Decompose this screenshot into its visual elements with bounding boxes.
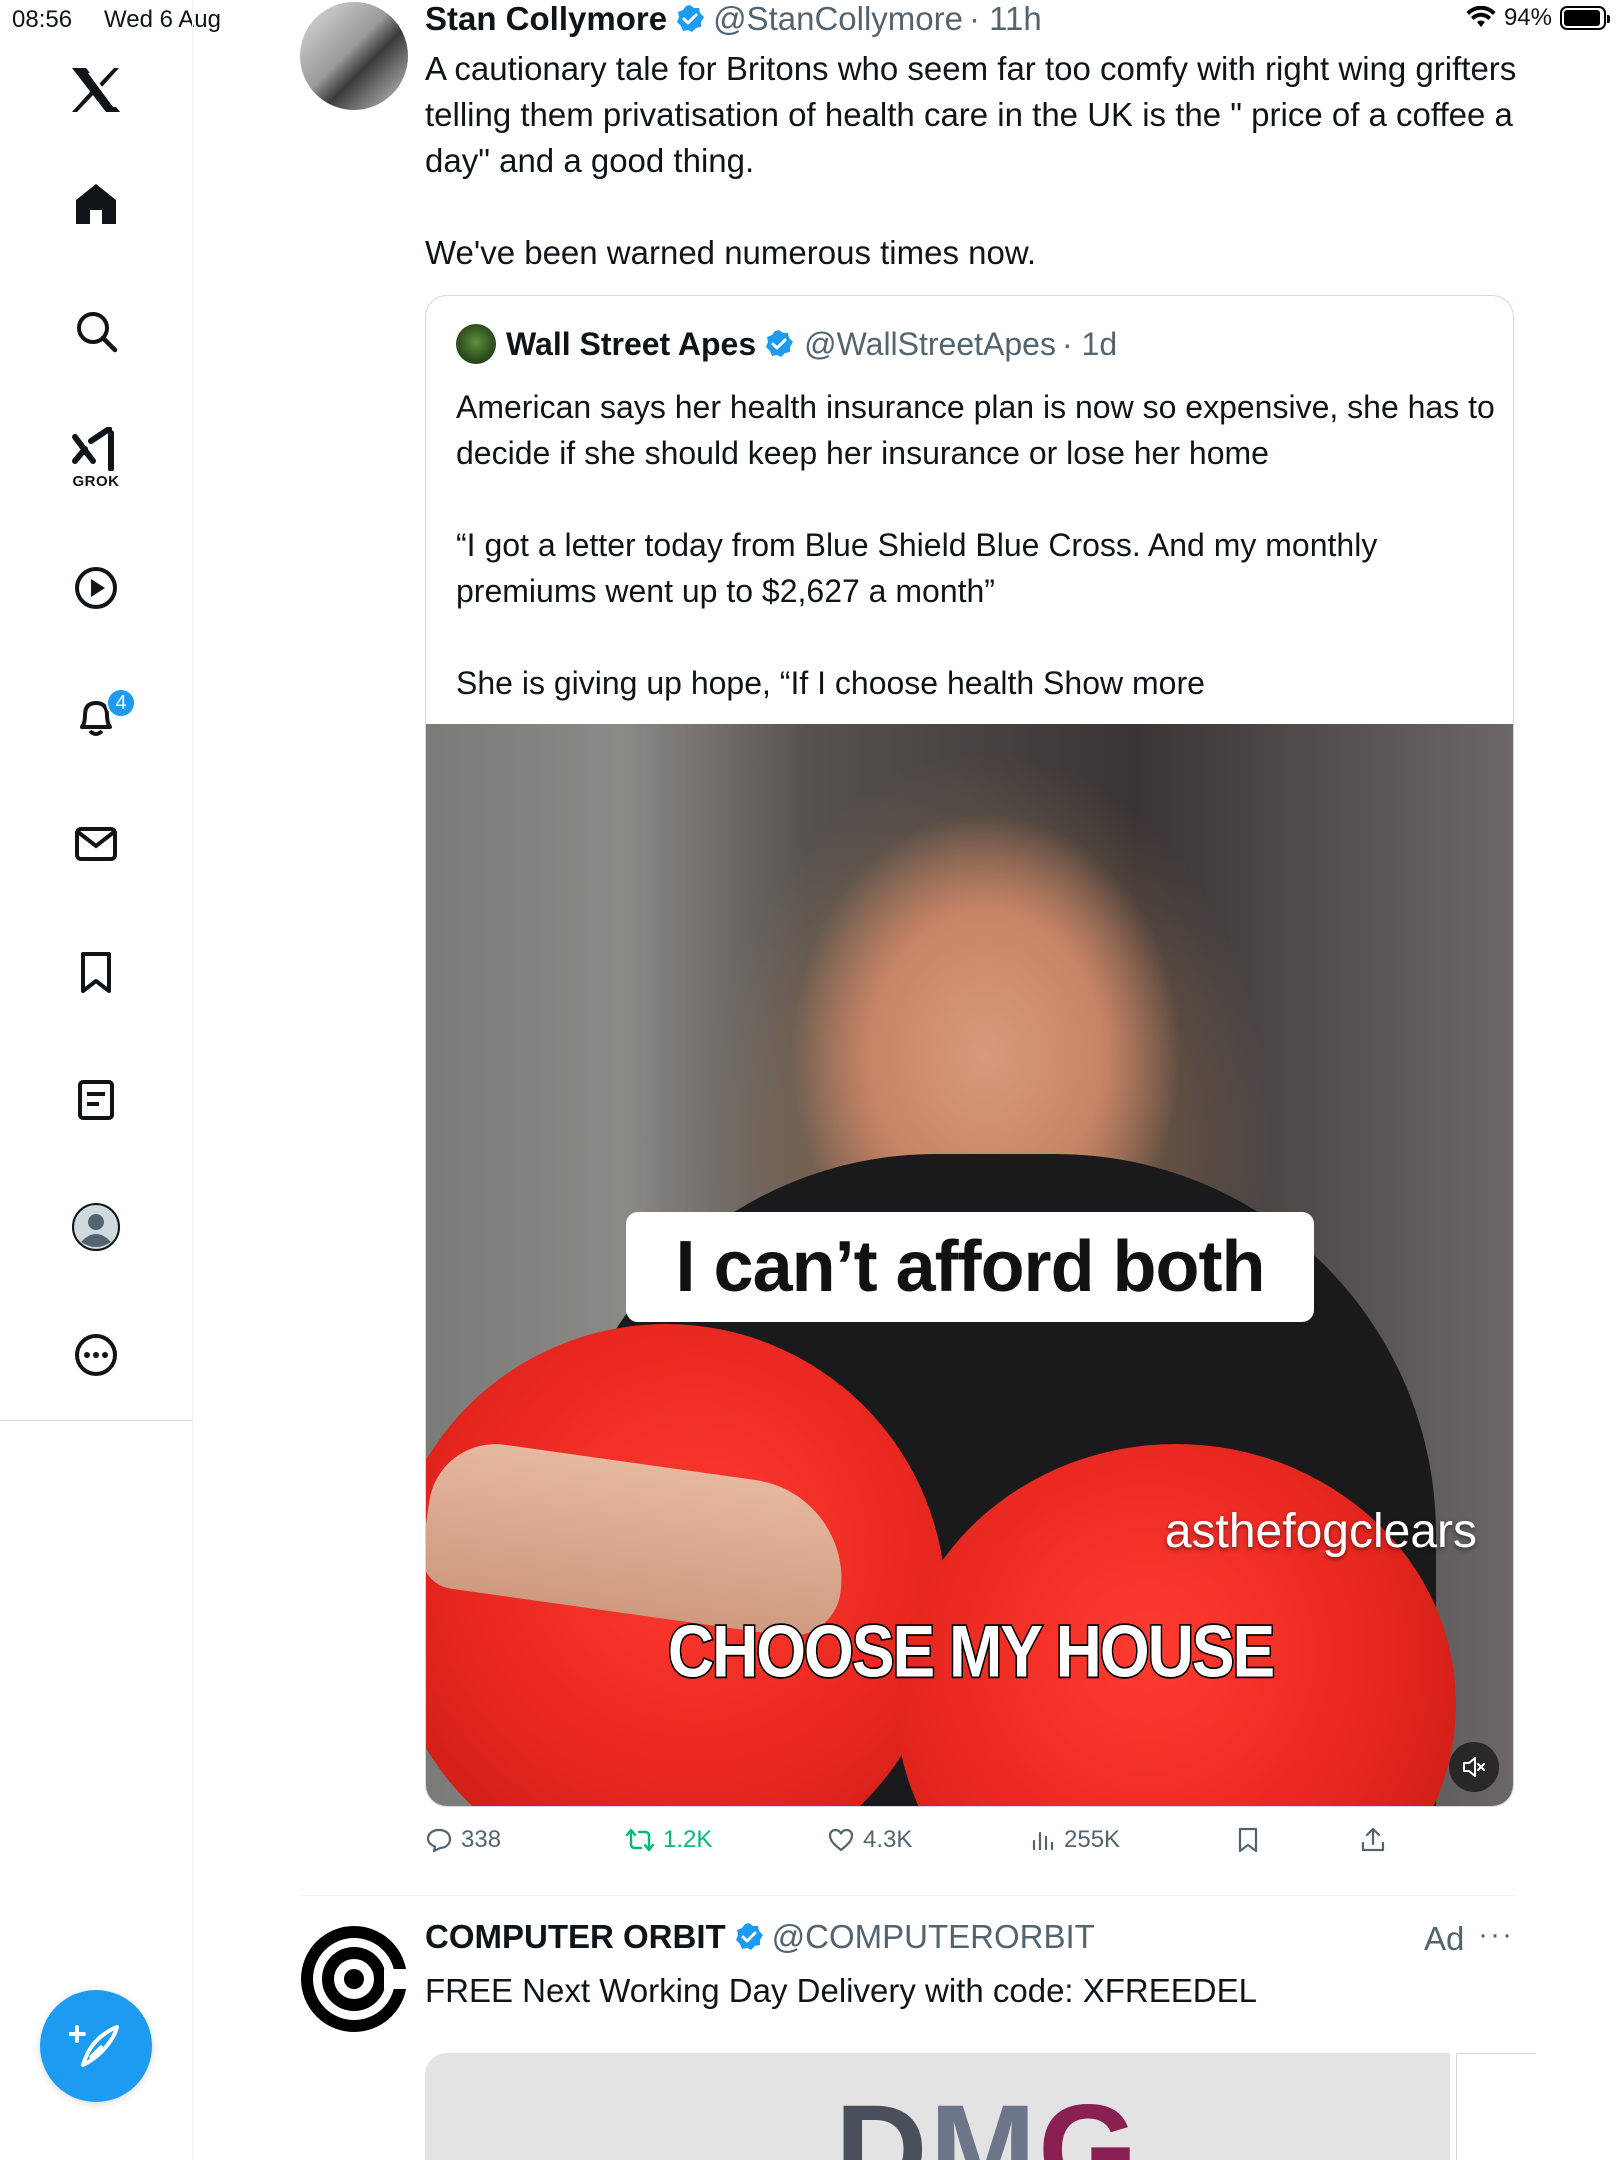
nav-bookmarks[interactable] <box>46 922 146 1022</box>
dmg-logo: DMG <box>835 2087 1140 2160</box>
quote-text-paragraph: American says her health insurance plan … <box>456 389 1495 471</box>
x-logo-icon <box>72 68 120 112</box>
nav-lists[interactable] <box>46 1050 146 1150</box>
tweet-text-paragraph: We've been warned numerous times now. <box>425 234 1037 271</box>
ad-author-avatar[interactable] <box>300 1925 408 2033</box>
feed-divider <box>300 1895 1516 1896</box>
quote-author-avatar[interactable] <box>456 324 496 364</box>
more-circle-icon <box>75 1334 117 1376</box>
bookmark-icon <box>1238 1827 1258 1853</box>
ad-text: FREE Next Working Day Delivery with code… <box>425 1972 1257 2009</box>
envelope-icon <box>75 827 117 861</box>
bookmark-button[interactable] <box>1235 1826 1261 1854</box>
verified-badge-icon <box>735 1923 763 1950</box>
quote-text-truncated: She is giving up hope, “If I choose heal… <box>456 665 1035 701</box>
show-more-link[interactable]: Show more <box>1043 665 1205 701</box>
mute-button[interactable] <box>1449 1742 1499 1792</box>
views-button[interactable]: 255K <box>1030 1826 1120 1854</box>
nav-explore[interactable] <box>46 281 146 381</box>
like-count: 4.3K <box>863 1826 913 1853</box>
nav-profile[interactable] <box>46 1177 146 1277</box>
sidebar-divider <box>0 1420 193 1421</box>
tweet-author-handle[interactable]: @StanCollymore <box>713 0 963 38</box>
video-subtitle: CHOOSE MY HOUSE <box>666 1608 1276 1694</box>
computer-orbit-logo-icon <box>301 1926 408 2032</box>
home-icon <box>76 184 116 224</box>
quote-author-handle[interactable]: @WallStreetApes <box>804 326 1056 363</box>
grok-icon <box>72 426 114 471</box>
nav-more[interactable] <box>46 1305 146 1405</box>
speaker-muted-icon <box>1463 1757 1485 1777</box>
quote-text-paragraph: “I got a letter today from Blue Shield B… <box>456 527 1378 609</box>
ad-author-handle[interactable]: @COMPUTERORBIT <box>772 1918 1095 1956</box>
x-logo-button[interactable] <box>46 40 146 140</box>
verified-badge-icon <box>677 5 705 32</box>
quote-text-paragraph: She is giving up hope, “If I choose heal… <box>456 660 1496 706</box>
profile-icon <box>72 1203 120 1251</box>
list-icon <box>78 1080 114 1120</box>
tweet-author-name[interactable]: Stan Collymore <box>425 0 667 38</box>
ad-media-card-next[interactable] <box>1456 2053 1536 2160</box>
nav-grok[interactable]: GROK <box>46 408 146 508</box>
quote-author-name[interactable]: Wall Street Apes <box>506 326 756 363</box>
battery-fill <box>1564 10 1600 26</box>
share-button[interactable] <box>1360 1826 1386 1854</box>
quote-text: American says her health insurance plan … <box>456 384 1496 706</box>
nav-messages[interactable] <box>46 794 146 894</box>
tweet-header: Stan Collymore @StanCollymore · 11h <box>425 0 1042 38</box>
video-caption: I can’t afford both <box>626 1212 1314 1322</box>
tweet-author-avatar[interactable] <box>300 2 408 110</box>
nav-videos[interactable] <box>46 538 146 638</box>
reply-icon <box>426 1828 452 1853</box>
share-icon <box>1361 1827 1385 1852</box>
video-watermark: asthefogclears <box>1164 1505 1477 1558</box>
battery-percent: 94% <box>1503 4 1552 31</box>
status-right: 94% <box>1466 4 1610 32</box>
repost-count: 1.2K <box>663 1826 713 1853</box>
like-button[interactable]: 4.3K <box>827 1826 912 1854</box>
grok-label: GROK <box>72 472 120 490</box>
tweet-actions: 338 1.2K 4.3K 255K <box>425 1826 1425 1866</box>
reply-count: 338 <box>461 1826 502 1853</box>
verified-badge-icon <box>766 330 794 357</box>
notification-badge: 4 <box>106 688 136 718</box>
views-count: 255K <box>1064 1826 1121 1853</box>
repost-icon <box>625 1828 655 1852</box>
ad-media-card[interactable]: DMG <box>425 2053 1450 2160</box>
ad-label: Ad <box>1424 1920 1465 1957</box>
heart-icon <box>828 1828 854 1852</box>
dmg-logo-g: G <box>1038 2079 1140 2160</box>
tweet-text: A cautionary tale for Britons who seem f… <box>425 46 1525 276</box>
search-icon <box>77 312 118 353</box>
tweet-time[interactable]: · 11h <box>969 0 1042 38</box>
quote-time[interactable]: · 1d <box>1062 326 1117 363</box>
play-icon <box>75 567 117 609</box>
wifi-icon <box>1466 6 1496 27</box>
sidebar: GROK 4 <box>0 0 193 2160</box>
battery-icon <box>1560 6 1610 30</box>
ad-more-button[interactable]: ··· <box>1478 1918 1514 1952</box>
nav-home[interactable] <box>46 154 146 254</box>
quote-header: Wall Street Apes @WallStreetApes · 1d <box>456 324 1117 364</box>
nav-notifications[interactable]: 4 <box>46 666 146 766</box>
video-player[interactable]: I can’t afford both asthefogclears CHOOS… <box>426 724 1513 1806</box>
tweet-text-paragraph: A cautionary tale for Britons who seem f… <box>425 50 1517 179</box>
ad-header: COMPUTER ORBIT @COMPUTERORBIT <box>425 1918 1095 1956</box>
views-icon <box>1032 1831 1054 1851</box>
dmg-logo-d: D <box>835 2079 930 2160</box>
reply-button[interactable]: 338 <box>425 1826 501 1854</box>
compose-icon <box>69 2025 119 2067</box>
ad-author-name[interactable]: COMPUTER ORBIT <box>425 1918 726 1956</box>
compose-button[interactable] <box>40 1990 152 2102</box>
dmg-logo-m: M <box>929 2079 1039 2160</box>
quoted-tweet[interactable]: Wall Street Apes @WallStreetApes · 1d Am… <box>425 295 1514 1807</box>
bookmark-icon <box>81 952 111 993</box>
repost-button[interactable]: 1.2K <box>625 1826 712 1854</box>
